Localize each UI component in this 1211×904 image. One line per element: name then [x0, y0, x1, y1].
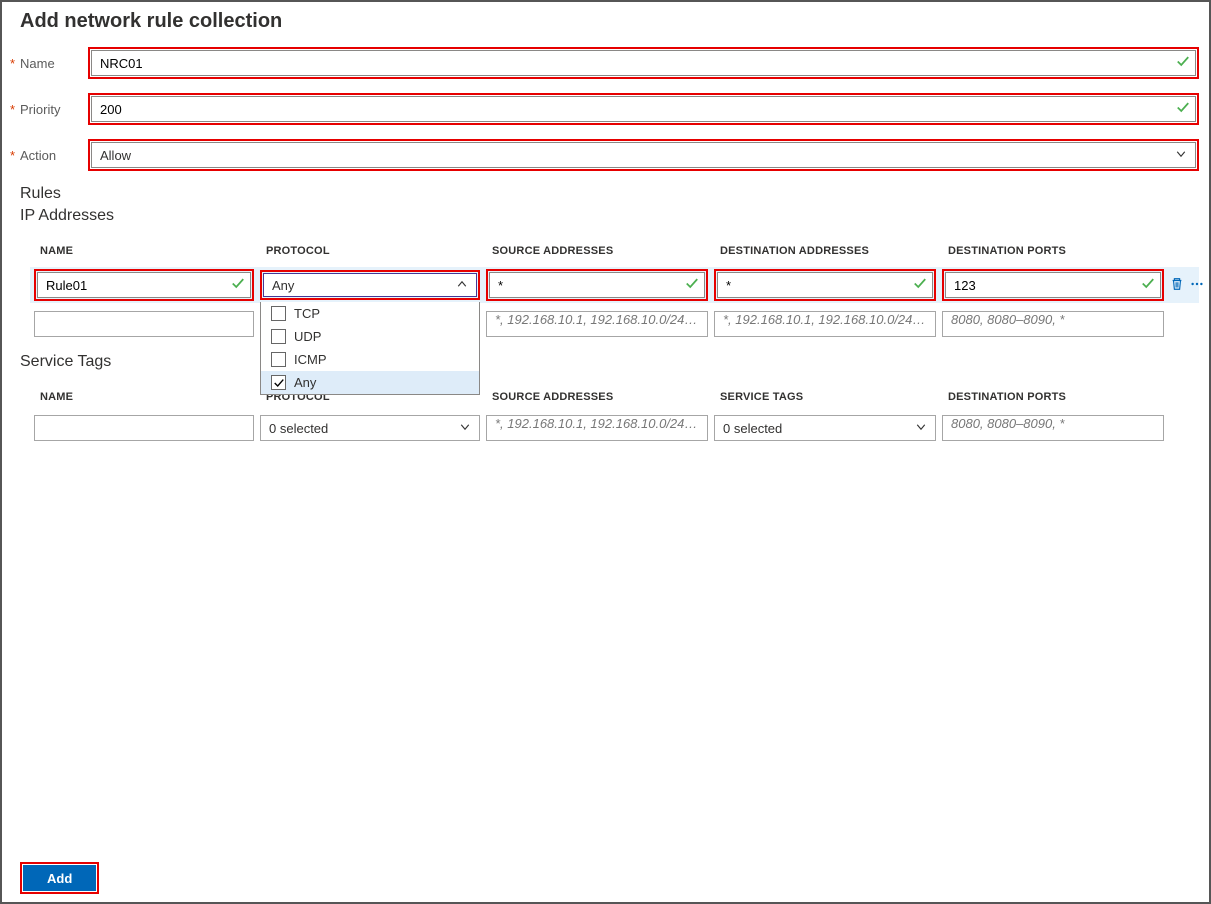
rule-name-input[interactable]: [34, 415, 254, 441]
ip-addresses-title: IP Addresses: [2, 207, 1209, 229]
destination-ports-input[interactable]: [945, 272, 1161, 298]
protocol-option-any[interactable]: Any: [261, 371, 479, 394]
service-tag-row: 0 selected *, 192.168.10.1, 192.168.10.0…: [34, 413, 1199, 443]
protocol-select[interactable]: 0 selected: [260, 415, 480, 441]
source-address-input[interactable]: *, 192.168.10.1, 192.168.10.0/24,…: [486, 415, 708, 441]
destination-ports-input[interactable]: 8080, 8080–8090, *: [942, 415, 1164, 441]
required-star-icon: *: [10, 102, 15, 117]
page-title: Add network rule collection: [2, 2, 1209, 39]
highlight-add: Add: [20, 862, 99, 894]
col-name: NAME: [34, 235, 254, 267]
checkbox-icon: [271, 306, 286, 321]
source-address-input[interactable]: *, 192.168.10.1, 192.168.10.0/24,…: [486, 311, 708, 337]
name-label: * Name: [20, 56, 88, 71]
delete-icon[interactable]: [1170, 277, 1184, 294]
chevron-up-icon: [456, 278, 468, 293]
protocol-option-udp[interactable]: UDP: [261, 325, 479, 348]
service-tags-select[interactable]: 0 selected: [714, 415, 936, 441]
col-service-tags: SERVICE TAGS: [714, 381, 936, 413]
priority-label: * Priority: [20, 102, 88, 117]
destination-ports-input[interactable]: 8080, 8080–8090, *: [942, 311, 1164, 337]
required-star-icon: *: [10, 56, 15, 71]
col-dest-ports: DESTINATION PORTS: [942, 381, 1164, 413]
col-dest-ports: DESTINATION PORTS: [942, 235, 1164, 267]
col-source: SOURCE ADDRESSES: [486, 235, 708, 267]
source-address-input[interactable]: [489, 272, 705, 298]
protocol-select[interactable]: Any: [263, 273, 477, 297]
rules-section-title: Rules: [2, 185, 1209, 207]
ip-rule-row: Any TCP UDP: [30, 267, 1199, 303]
highlight-priority: [88, 93, 1199, 125]
destination-address-input[interactable]: *, 192.168.10.1, 192.168.10.0/24,…: [714, 311, 936, 337]
col-source: SOURCE ADDRESSES: [486, 381, 708, 413]
chevron-down-icon: [915, 421, 927, 436]
checkbox-icon: [271, 329, 286, 344]
checkbox-checked-icon: [271, 375, 286, 390]
rule-name-input[interactable]: [37, 272, 251, 298]
more-icon[interactable]: [1190, 277, 1204, 294]
add-button[interactable]: Add: [23, 865, 96, 891]
col-destination: DESTINATION ADDRESSES: [714, 235, 936, 267]
service-tags-title: Service Tags: [2, 353, 1209, 375]
highlight-action: Allow: [88, 139, 1199, 171]
ip-rule-row-new: *, 192.168.10.1, 192.168.10.0/24,… *, 19…: [34, 309, 1199, 339]
service-tags-header: NAME PROTOCOL SOURCE ADDRESSES SERVICE T…: [34, 381, 1199, 413]
destination-address-input[interactable]: [717, 272, 933, 298]
ip-table-header: NAME PROTOCOL SOURCE ADDRESSES DESTINATI…: [34, 235, 1199, 267]
name-input[interactable]: [91, 50, 1196, 76]
priority-input[interactable]: [91, 96, 1196, 122]
col-protocol: PROTOCOL: [260, 235, 480, 267]
action-label: * Action: [20, 148, 88, 163]
protocol-option-tcp[interactable]: TCP: [261, 302, 479, 325]
col-name: NAME: [34, 381, 254, 413]
required-star-icon: *: [10, 148, 15, 163]
protocol-option-icmp[interactable]: ICMP: [261, 348, 479, 371]
highlight-name: [88, 47, 1199, 79]
chevron-down-icon: [1175, 148, 1187, 163]
protocol-dropdown: TCP UDP ICMP Any: [260, 302, 480, 395]
rule-name-input[interactable]: [34, 311, 254, 337]
action-select[interactable]: Allow: [91, 142, 1196, 168]
checkbox-icon: [271, 352, 286, 367]
chevron-down-icon: [459, 421, 471, 436]
